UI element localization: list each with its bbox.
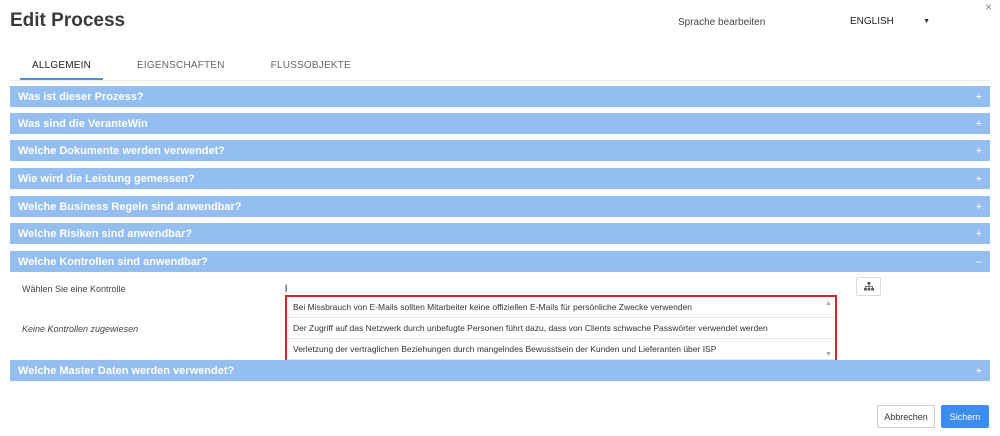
- cancel-button[interactable]: Abbrechen: [877, 405, 935, 428]
- dropdown-option[interactable]: Verletzung der vertraglichen Beziehungen…: [287, 339, 835, 360]
- language-value: ENGLISH: [850, 15, 894, 27]
- select-control-label: Wählen Sie eine Kontrolle: [22, 284, 126, 294]
- collapse-icon[interactable]: –: [976, 256, 982, 268]
- language-select[interactable]: ENGLISH ▼: [850, 12, 930, 30]
- panel-was-ist-dieser-prozess[interactable]: Was ist dieser Prozess? +: [10, 86, 990, 107]
- expand-icon[interactable]: +: [976, 201, 982, 213]
- tab-allgemein[interactable]: ALLGEMEIN: [20, 56, 104, 80]
- dropdown-option[interactable]: Bei Missbrauch von E-Mails sollten Mitar…: [287, 297, 835, 318]
- panel-master-daten[interactable]: Welche Master Daten werden verwendet? +: [10, 360, 990, 381]
- tab-eigenschaften[interactable]: EIGENSCHAFTEN: [125, 56, 237, 80]
- panel-business-regeln[interactable]: Welche Business Regeln sind anwendbar? +: [10, 196, 990, 217]
- panel-label: Welche Master Daten werden verwendet?: [18, 364, 235, 377]
- tab-bar: ALLGEMEIN EIGENSCHAFTEN FLUSSOBJEKTE: [20, 56, 385, 80]
- dialog-title: Edit Process: [10, 10, 126, 31]
- panel-label: Was sind die VeranteWin: [18, 117, 148, 130]
- panel-risiken[interactable]: Welche Risiken sind anwendbar? +: [10, 223, 990, 244]
- hierarchy-button[interactable]: [856, 277, 881, 296]
- panel-label: Welche Dokumente werden verwendet?: [18, 144, 226, 157]
- caret-down-icon: ▼: [923, 17, 930, 25]
- expand-icon[interactable]: +: [976, 365, 982, 377]
- tab-flussobjekte[interactable]: FLUSSOBJEKTE: [259, 56, 363, 80]
- no-controls-assigned: Keine Kontrollen zugewiesen: [22, 324, 139, 334]
- expand-icon[interactable]: +: [976, 145, 982, 157]
- expand-icon[interactable]: +: [976, 91, 982, 103]
- hierarchy-icon: [863, 282, 874, 291]
- dropdown-option[interactable]: Der Zugriff auf das Netzwerk durch unbef…: [287, 318, 835, 339]
- dropdown-scrollbar[interactable]: ▲ ▼: [825, 300, 833, 358]
- tab-divider: [10, 80, 990, 81]
- panel-leistung[interactable]: Wie wird die Leistung gemessen? +: [10, 168, 990, 189]
- control-suggestions-dropdown: Bei Missbrauch von E-Mails sollten Mitar…: [285, 295, 837, 363]
- close-icon[interactable]: ×: [985, 0, 992, 14]
- scroll-up-icon[interactable]: ▲: [825, 300, 832, 307]
- language-label: Sprache bearbeiten: [678, 17, 766, 28]
- panel-kontrollen[interactable]: Welche Kontrollen sind anwendbar? –: [10, 251, 990, 272]
- expand-icon[interactable]: +: [976, 173, 982, 185]
- scroll-down-icon[interactable]: ▼: [825, 351, 832, 358]
- control-search-input[interactable]: [285, 282, 845, 296]
- panel-dokumente[interactable]: Welche Dokumente werden verwendet? +: [10, 140, 990, 161]
- panel-label: Was ist dieser Prozess?: [18, 90, 144, 103]
- save-button[interactable]: Sichern: [941, 405, 989, 428]
- panel-label: Welche Business Regeln sind anwendbar?: [18, 200, 242, 213]
- expand-icon[interactable]: +: [976, 118, 982, 130]
- panel-label: Welche Risiken sind anwendbar?: [18, 227, 193, 240]
- panel-label: Welche Kontrollen sind anwendbar?: [18, 255, 208, 268]
- expand-icon[interactable]: +: [976, 228, 982, 240]
- panel-label: Wie wird die Leistung gemessen?: [18, 172, 195, 185]
- panel-verantwortung[interactable]: Was sind die VeranteWin +: [10, 113, 990, 134]
